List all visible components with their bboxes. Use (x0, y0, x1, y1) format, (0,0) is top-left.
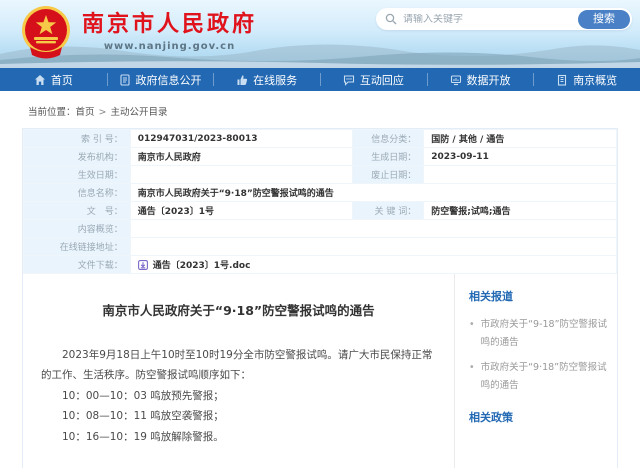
national-emblem-icon (20, 5, 72, 59)
site-title-block: 南京市人民政府 www.nanjing.gov.cn (82, 12, 257, 51)
nav-label: 南京概览 (573, 72, 617, 88)
category-value: 国防 / 其他 / 通告 (424, 130, 617, 148)
breadcrumb-home-link[interactable]: 首页 (76, 107, 95, 118)
online-link-label: 在线链接地址： (24, 238, 131, 256)
file-download-cell: 通告〔2023〕1号.doc (130, 256, 616, 274)
breadcrumb-prefix: 当前位置： (28, 107, 76, 118)
related-policies-title: 相关政策 (469, 409, 607, 425)
home-icon (34, 74, 46, 86)
site-title: 南京市人民政府 (82, 12, 257, 38)
doc-number-label: 文 号： (24, 202, 131, 220)
abolish-date-value (424, 166, 617, 184)
search-icon (385, 13, 397, 25)
related-report-link[interactable]: • 市政府关于“9-18”防空警报试鸣的通告 (469, 316, 607, 352)
file-download-link[interactable]: 通告〔2023〕1号.doc (138, 258, 609, 271)
related-report-text: 市政府关于“9·18”防空警报试鸣的通告 (481, 359, 607, 395)
schedule-line-3: 10：16—10：19 鸣放解除警报。 (41, 427, 436, 447)
site-url: www.nanjing.gov.cn (104, 41, 235, 52)
document-icon (119, 74, 131, 86)
nav-label: 数据开放 (467, 72, 511, 88)
content-row: 南京市人民政府关于“9·18”防空警报试鸣的通告 2023年9月18日上午10时… (23, 274, 617, 468)
metadata-table: 索 引 号： 012947031/2023-80013 信息分类： 国防 / 其… (23, 129, 617, 274)
nav-item-home[interactable]: 首页 (0, 68, 107, 91)
online-link-value (130, 238, 616, 256)
article: 南京市人民政府关于“9·18”防空警报试鸣的通告 2023年9月18日上午10时… (23, 274, 455, 468)
monitor-icon (450, 74, 462, 86)
document-container: 索 引 号： 012947031/2023-80013 信息分类： 国防 / 其… (22, 128, 618, 468)
article-paragraph: 2023年9月18日上午10时至10时19分全市防空警报试鸣。请广大市民保持正常… (41, 345, 436, 386)
nav-item-open-data[interactable]: 数据开放 (427, 68, 534, 91)
table-row: 发布机构： 南京市人民政府 生成日期： 2023-09-11 (24, 148, 617, 166)
info-name-label: 信息名称： (24, 184, 131, 202)
publisher-value: 南京市人民政府 (130, 148, 352, 166)
schedule-line-2: 10：08—10：11 鸣放空袭警报； (41, 406, 436, 426)
summary-value (130, 220, 616, 238)
nav-label: 在线服务 (253, 72, 297, 88)
search-input[interactable] (403, 14, 578, 25)
nav-item-online-services[interactable]: 在线服务 (213, 68, 320, 91)
created-date-value: 2023-09-11 (424, 148, 617, 166)
breadcrumb-current-link[interactable]: 主动公开目录 (111, 107, 168, 118)
info-name-value: 南京市人民政府关于“9·18”防空警报试鸣的通告 (130, 184, 616, 202)
publisher-label: 发布机构： (24, 148, 131, 166)
file-download-filename: 通告〔2023〕1号.doc (153, 258, 251, 271)
effective-date-label: 生效日期： (24, 166, 131, 184)
abolish-date-label: 废止日期： (353, 166, 424, 184)
effective-date-value (130, 166, 352, 184)
breadcrumb: 当前位置：首页 > 主动公开目录 (0, 91, 640, 128)
nav-item-gov-info[interactable]: 政府信息公开 (107, 68, 214, 91)
nav-label: 首页 (51, 72, 73, 88)
keywords-label: 关 键 词： (353, 202, 424, 220)
bullet-icon: • (469, 359, 475, 395)
bullet-icon: • (469, 316, 475, 352)
table-row: 生效日期： 废止日期： (24, 166, 617, 184)
main-nav: 首页 政府信息公开 在线服务 互动回应 数据开放 南京概览 (0, 68, 640, 91)
index-number-value: 012947031/2023-80013 (130, 130, 352, 148)
search-button[interactable]: 搜索 (578, 10, 630, 29)
nav-label: 政府信息公开 (136, 72, 202, 88)
download-icon (138, 260, 148, 270)
keywords-value: 防空警报;试鸣;通告 (424, 202, 617, 220)
summary-label: 内容概览： (24, 220, 131, 238)
article-title: 南京市人民政府关于“9·18”防空警报试鸣的通告 (41, 300, 436, 319)
table-row: 信息名称： 南京市人民政府关于“9·18”防空警报试鸣的通告 (24, 184, 617, 202)
page: 南京市人民政府 www.nanjing.gov.cn 搜索 首页 政府信息公开 … (0, 0, 640, 468)
file-download-label: 文件下载： (24, 256, 131, 274)
schedule-line-1: 10：00—10：03 鸣放预先警报； (41, 386, 436, 406)
chat-icon (343, 74, 355, 86)
table-row: 在线链接地址： (24, 238, 617, 256)
site-logo-row: 南京市人民政府 www.nanjing.gov.cn (20, 5, 257, 59)
breadcrumb-separator: > (99, 107, 107, 118)
category-label: 信息分类： (353, 130, 424, 148)
table-row: 文 号： 通告〔2023〕1号 关 键 词： 防空警报;试鸣;通告 (24, 202, 617, 220)
thumb-up-icon (236, 74, 248, 86)
related-reports-title: 相关报道 (469, 288, 607, 304)
table-row: 内容概览： (24, 220, 617, 238)
nav-item-overview[interactable]: 南京概览 (533, 68, 640, 91)
sidebar: 相关报道 • 市政府关于“9-18”防空警报试鸣的通告 • 市政府关于“9·18… (455, 274, 617, 468)
nav-item-interaction[interactable]: 互动回应 (320, 68, 427, 91)
related-reports-list: • 市政府关于“9-18”防空警报试鸣的通告 • 市政府关于“9·18”防空警报… (469, 316, 607, 395)
building-icon (556, 74, 568, 86)
search-box: 搜索 (376, 8, 632, 30)
related-report-text: 市政府关于“9-18”防空警报试鸣的通告 (481, 316, 607, 352)
table-row: 文件下载： 通告〔2023〕1号.doc (24, 256, 617, 274)
site-header: 南京市人民政府 www.nanjing.gov.cn 搜索 (0, 0, 640, 68)
doc-number-value: 通告〔2023〕1号 (130, 202, 352, 220)
created-date-label: 生成日期： (353, 148, 424, 166)
nav-label: 互动回应 (360, 72, 404, 88)
related-report-link[interactable]: • 市政府关于“9·18”防空警报试鸣的通告 (469, 359, 607, 395)
table-row: 索 引 号： 012947031/2023-80013 信息分类： 国防 / 其… (24, 130, 617, 148)
index-number-label: 索 引 号： (24, 130, 131, 148)
